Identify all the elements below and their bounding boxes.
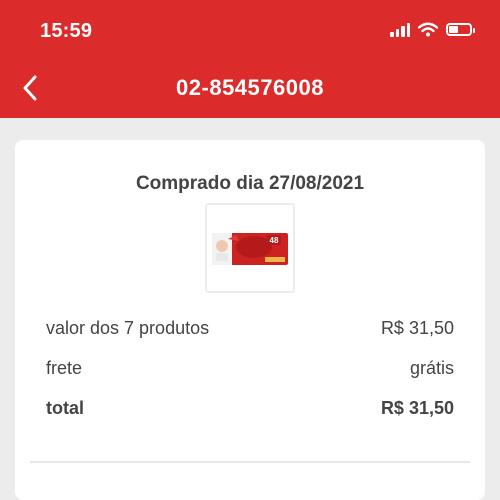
summary-row-products: valor dos 7 produtos R$ 31,50 (46, 318, 454, 339)
cellular-signal-icon (390, 22, 410, 37)
total-label: total (46, 398, 84, 418)
products-value-label: valor dos 7 produtos (46, 318, 210, 338)
summary-row-shipping: frete grátis (46, 358, 454, 379)
shipping-label: frete (46, 358, 83, 378)
order-number-title: 02-854576008 (176, 75, 324, 100)
product-pack-count: 48 (270, 236, 279, 245)
status-icons (390, 22, 475, 37)
products-value-amount: R$ 31,50 (380, 318, 454, 338)
app-header: 15:59 02-854576008 (0, 0, 500, 118)
shipping-value: grátis (409, 358, 454, 378)
divider (30, 461, 470, 463)
product-thumbnail[interactable]: 48 (205, 203, 295, 293)
total-value: R$ 31,50 (380, 398, 454, 418)
purchase-date: Comprado dia 27/08/2021 (135, 173, 365, 194)
product-image: 48 (212, 233, 288, 265)
wifi-icon (418, 22, 438, 37)
status-time: 15:59 (40, 20, 93, 42)
battery-icon (446, 23, 475, 36)
summary-row-total: total R$ 31,50 (46, 398, 454, 419)
